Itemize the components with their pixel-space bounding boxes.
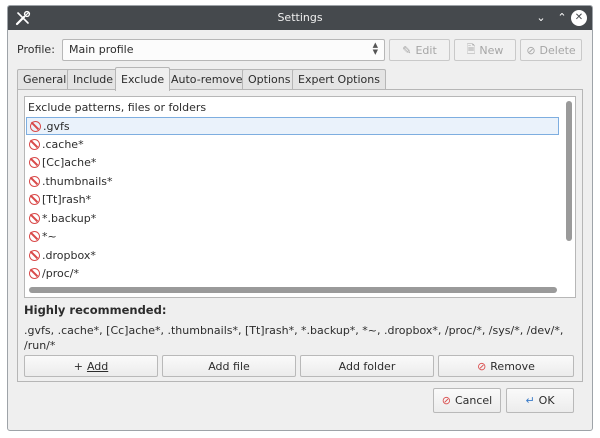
block-icon <box>29 250 40 261</box>
remove-button[interactable]: ⊘ Remove <box>438 355 574 377</box>
delete-button-label: Delete <box>539 43 576 57</box>
list-item-label: /proc/* <box>42 267 79 280</box>
exclude-panel: Exclude patterns, files or folders .gvfs… <box>17 89 583 382</box>
chevron-down-icon[interactable]: ⌄ <box>533 10 549 26</box>
recommended-title: Highly recommended: <box>24 303 167 317</box>
edit-button[interactable]: ✎ Edit <box>389 39 450 61</box>
list-item[interactable]: [Tt]rash* <box>26 191 559 209</box>
add-file-button[interactable]: Add file <box>162 355 296 377</box>
list-item-label: .dropbox* <box>42 249 96 262</box>
edit-button-label: Edit <box>415 43 437 57</box>
profile-select[interactable]: Main profile ▲ ▼ <box>62 39 385 61</box>
add-button-label: Add <box>86 359 109 373</box>
block-icon <box>30 121 41 132</box>
horizontal-scrollbar[interactable] <box>29 287 557 293</box>
block-icon <box>29 231 40 242</box>
block-icon: ⊘ <box>477 359 487 373</box>
title-bar: Settings ⌄ ⌃ ✕ <box>8 6 592 30</box>
list-item-label: .cache* <box>42 138 84 151</box>
block-icon <box>29 139 40 150</box>
list-item[interactable]: *~ <box>26 228 559 246</box>
new-button[interactable]: 🗎 New <box>454 39 516 61</box>
cancel-icon: ⊘ <box>441 394 451 407</box>
list-item[interactable]: *.backup* <box>26 210 559 228</box>
new-document-icon: 🗎 <box>466 42 476 56</box>
close-icon[interactable]: ✕ <box>571 10 587 26</box>
block-icon <box>29 194 40 205</box>
add-file-button-label: Add file <box>208 359 250 373</box>
tab-exclude[interactable]: Exclude <box>115 67 171 91</box>
block-icon <box>29 157 40 168</box>
exclude-list[interactable]: Exclude patterns, files or folders .gvfs… <box>24 96 576 298</box>
list-item-label: *~ <box>42 230 57 243</box>
list-item-label: [Cc]ache* <box>42 156 97 169</box>
tab-general[interactable]: General <box>17 69 73 90</box>
tab-include[interactable]: Include <box>67 69 120 90</box>
vertical-scrollbar[interactable] <box>566 101 572 241</box>
chevron-up-icon[interactable]: ⌃ <box>554 10 570 26</box>
remove-button-label: Remove <box>490 359 535 373</box>
ok-button[interactable]: ↵ OK <box>506 388 574 413</box>
ok-button-label: OK <box>538 394 555 407</box>
list-header: Exclude patterns, files or folders <box>28 101 207 114</box>
profile-label: Profile: <box>17 43 55 56</box>
plus-icon: + <box>73 359 83 373</box>
block-icon <box>29 176 40 187</box>
delete-icon: ⊘ <box>526 43 536 57</box>
block-icon <box>29 213 40 224</box>
edit-icon: ✎ <box>402 43 412 57</box>
block-icon <box>29 268 40 279</box>
tab-auto-remove[interactable]: Auto-remove <box>165 69 249 90</box>
updown-arrows-icon: ▲ ▼ <box>372 41 378 56</box>
cancel-button[interactable]: ⊘ Cancel <box>433 388 501 413</box>
list-item[interactable]: .gvfs <box>26 117 559 135</box>
window-title: Settings <box>277 11 323 24</box>
list-item[interactable]: .cache* <box>26 136 559 154</box>
list-item[interactable]: .dropbox* <box>26 247 559 265</box>
recommended-text: .gvfs, .cache*, [Cc]ache*, .thumbnails*,… <box>24 324 564 352</box>
cancel-button-label: Cancel <box>454 394 493 407</box>
add-folder-button-label: Add folder <box>338 359 396 373</box>
delete-button[interactable]: ⊘ Delete <box>520 39 582 61</box>
settings-window: Settings ⌄ ⌃ ✕ Profile: Main profile ▲ ▼ … <box>7 5 593 431</box>
tab-expert-options[interactable]: Expert Options <box>292 69 386 90</box>
new-button-label: New <box>479 43 504 57</box>
list-item-label: .thumbnails* <box>42 175 113 188</box>
list-item[interactable]: [Cc]ache* <box>26 154 559 172</box>
list-item[interactable]: .thumbnails* <box>26 173 559 191</box>
add-button[interactable]: + Add <box>24 355 158 377</box>
list-item-label: *.backup* <box>42 212 97 225</box>
add-folder-button[interactable]: Add folder <box>300 355 434 377</box>
profile-selected-value: Main profile <box>69 43 134 56</box>
tab-options[interactable]: Options <box>242 69 297 90</box>
list-item-label: [Tt]rash* <box>42 193 92 206</box>
return-arrow-icon: ↵ <box>525 394 535 407</box>
list-item[interactable]: /proc/* <box>26 265 559 283</box>
list-item-label: .gvfs <box>43 120 70 133</box>
